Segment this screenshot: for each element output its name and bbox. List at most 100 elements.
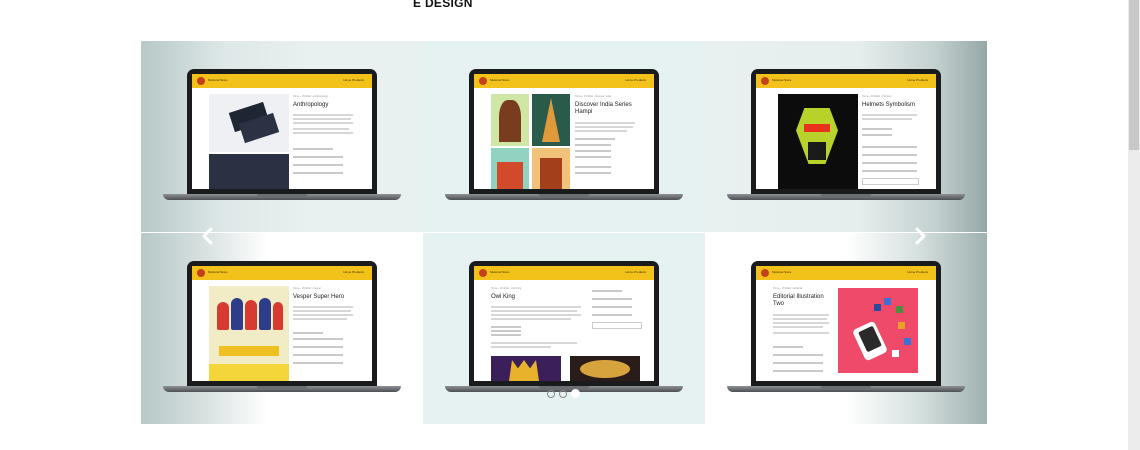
laptop-mockup: Motional Store Home Products Home › Port… <box>445 261 683 395</box>
article-title: Owl King <box>491 294 516 300</box>
list-line <box>491 326 521 328</box>
carousel-next-button[interactable] <box>910 226 930 246</box>
site-name: Motional Store <box>208 78 228 82</box>
list-line <box>773 354 823 356</box>
laptop-lid: Motional Store Home Products Home › Port… <box>751 69 941 195</box>
text-line <box>491 346 551 348</box>
list-line <box>293 346 343 348</box>
list-line <box>575 138 615 140</box>
laptop-notch <box>821 386 871 389</box>
poster-image-1 <box>491 94 529 146</box>
text-line <box>491 306 581 308</box>
pagination-dot-2[interactable] <box>559 390 567 398</box>
text-line <box>575 130 627 132</box>
list-line <box>862 154 917 156</box>
text-line <box>862 114 917 116</box>
list-line <box>491 334 521 336</box>
text-line <box>575 122 635 124</box>
list-line <box>575 156 611 158</box>
site-name: Motional Store <box>772 78 792 82</box>
list-line <box>592 306 632 308</box>
site-nav: Home Products <box>907 78 928 82</box>
laptop-notch <box>539 194 589 197</box>
laptop-lid: Motional Store Home Products Home › Port… <box>187 261 377 387</box>
site-nav: Home Products <box>625 270 646 274</box>
quantity-field <box>862 178 919 185</box>
laptop-notch <box>257 386 307 389</box>
list-line <box>592 298 632 300</box>
site-name: Motional Store <box>490 78 510 82</box>
laptop-mockup: Motional Store Home Products Home › Port… <box>163 69 401 203</box>
site-header: Motional Store Home Products <box>192 74 372 88</box>
list-line <box>773 362 823 364</box>
laptop-lid: Motional Store Home Products Home › Port… <box>187 69 377 195</box>
list-line <box>575 150 611 152</box>
site-name: Motional Store <box>490 270 510 274</box>
site-nav: Home Products <box>907 270 928 274</box>
list-line <box>592 290 622 292</box>
carousel-slide-vesper[interactable]: Motional Store Home Products Home › Port… <box>141 233 423 424</box>
list-line <box>862 170 917 172</box>
breadcrumb: Home › Portfolio › Owl King <box>491 287 522 290</box>
site-header: Motional Store Home Products <box>474 266 654 280</box>
list-line <box>575 172 611 174</box>
site-header: Motional Store Home Products <box>192 266 372 280</box>
carousel-slide-anthropology[interactable]: Motional Store Home Products Home › Port… <box>141 41 423 232</box>
site-logo-icon <box>479 269 487 277</box>
poster-image-4 <box>532 148 570 189</box>
carousel-slide-helmets[interactable]: Motional Store Home Products Home › Port… <box>705 41 987 232</box>
site-header: Motional Store Home Products <box>756 266 936 280</box>
article-title: Helmets Symbolism <box>862 102 916 108</box>
site-logo-icon <box>761 77 769 85</box>
text-line <box>491 342 577 344</box>
site-name: Motional Store <box>772 270 792 274</box>
list-line <box>862 134 892 136</box>
laptop-lid: Motional Store Home Products Home › Port… <box>469 69 659 195</box>
list-line <box>773 370 823 372</box>
breadcrumb: Home › Portfolio › Anthropology <box>293 95 328 98</box>
list-line <box>293 332 323 334</box>
text-line <box>293 306 353 308</box>
breadcrumb: Home › Portfolio › Helmets <box>862 95 892 98</box>
list-line <box>575 144 611 146</box>
text-line <box>862 118 912 120</box>
quantity-field <box>592 322 642 329</box>
site-header: Motional Store Home Products <box>756 74 936 88</box>
list-line <box>773 346 803 348</box>
text-line <box>293 118 351 120</box>
carousel-slide-discover-india[interactable]: Motional Store Home Products Home › Port… <box>423 41 705 232</box>
helmet-poster-image <box>778 94 858 189</box>
laptop-screen: Motional Store Home Products Home › Port… <box>474 74 654 189</box>
site-nav: Home Products <box>625 78 646 82</box>
poster-image-3 <box>491 148 529 189</box>
scrollbar-thumb[interactable] <box>1129 0 1139 150</box>
carousel-prev-button[interactable] <box>198 226 218 246</box>
breadcrumb: Home › Portfolio › Vesper <box>293 287 322 290</box>
site-logo-icon <box>197 269 205 277</box>
list-line <box>293 354 343 356</box>
list-line <box>862 146 917 148</box>
site-logo-icon <box>479 77 487 85</box>
article-title: Vesper Super Hero <box>293 294 345 300</box>
editorial-poster-image <box>838 288 918 373</box>
pagination-dot-1[interactable] <box>547 390 555 398</box>
text-line <box>293 122 353 124</box>
article-title: Anthropology <box>293 102 329 108</box>
poster-image-2 <box>532 94 570 146</box>
laptop-mockup: Motional Store Home Products Home › Port… <box>163 261 401 395</box>
breadcrumb: Home › Portfolio › Editorial <box>773 287 803 290</box>
text-line <box>773 332 829 334</box>
site-name: Motional Store <box>208 270 228 274</box>
text-line <box>293 128 349 130</box>
laptop-lid: Motional Store Home Products Home › Port… <box>469 261 659 387</box>
laptop-mockup: Motional Store Home Products Home › Port… <box>727 69 965 203</box>
text-line <box>293 310 351 312</box>
portfolio-carousel: Motional Store Home Products Home › Port… <box>141 41 987 424</box>
pagination-dot-3[interactable] <box>571 389 580 398</box>
site-logo-icon <box>197 77 205 85</box>
carousel-slide-editorial[interactable]: Motional Store Home Products Home › Port… <box>705 233 987 424</box>
article-title: Editorial Illustration Two <box>773 294 824 307</box>
owl-poster-image-1 <box>491 356 561 381</box>
laptop-screen: Motional Store Home Products Home › Port… <box>474 266 654 381</box>
text-line <box>293 318 347 320</box>
